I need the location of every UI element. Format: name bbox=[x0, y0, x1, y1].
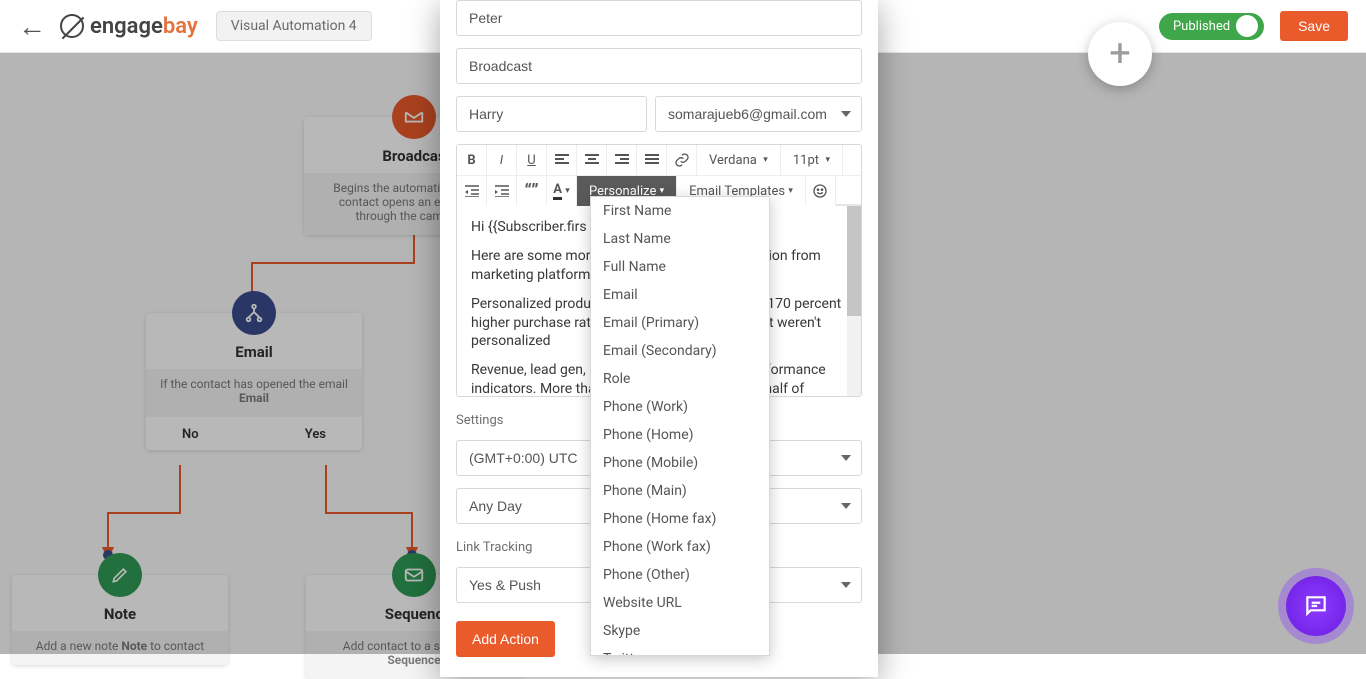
personalize-option[interactable]: Skype bbox=[591, 617, 769, 645]
personalize-option[interactable]: Website URL bbox=[591, 589, 769, 617]
chat-fab[interactable] bbox=[1286, 576, 1346, 636]
personalize-option[interactable]: Full Name bbox=[591, 253, 769, 281]
published-toggle[interactable]: Published bbox=[1159, 13, 1264, 40]
font-size-select[interactable]: 11pt ▾ bbox=[781, 145, 843, 175]
text-color-button[interactable]: A ▾ bbox=[547, 176, 577, 206]
plus-icon: + bbox=[1109, 32, 1131, 76]
emoji-button[interactable] bbox=[806, 176, 836, 206]
chevron-down-icon: ▾ bbox=[788, 186, 793, 196]
editor-scroll-thumb[interactable] bbox=[847, 206, 861, 316]
chevron-down-icon: ▾ bbox=[825, 155, 830, 165]
subject-input[interactable] bbox=[456, 48, 862, 84]
indent-button[interactable] bbox=[487, 176, 517, 206]
bold-button[interactable]: B bbox=[457, 145, 487, 175]
italic-button[interactable]: I bbox=[487, 145, 517, 175]
logo-glyph-icon bbox=[60, 14, 84, 38]
personalize-option[interactable]: Phone (Other) bbox=[591, 561, 769, 589]
chat-icon bbox=[1303, 593, 1329, 619]
personalize-option[interactable]: Email (Primary) bbox=[591, 309, 769, 337]
personalize-option[interactable]: Role bbox=[591, 365, 769, 393]
personalize-option[interactable]: First Name bbox=[591, 197, 769, 225]
add-action-button[interactable]: Add Action bbox=[456, 621, 555, 657]
personalize-dropdown[interactable]: First NameLast NameFull NameEmailEmail (… bbox=[590, 196, 770, 656]
reply-email-select[interactable]: somarajueb6@gmail.com bbox=[655, 96, 862, 132]
toggle-knob-icon bbox=[1236, 15, 1258, 37]
personalize-option[interactable]: Phone (Main) bbox=[591, 477, 769, 505]
font-family-select[interactable]: Verdana ▾ bbox=[697, 145, 781, 175]
personalize-option[interactable]: Phone (Mobile) bbox=[591, 449, 769, 477]
outdent-button[interactable] bbox=[457, 176, 487, 206]
chevron-down-icon: ▾ bbox=[763, 155, 768, 165]
save-button[interactable]: Save bbox=[1280, 11, 1348, 41]
align-left-button[interactable] bbox=[547, 145, 577, 175]
personalize-option[interactable]: Email (Secondary) bbox=[591, 337, 769, 365]
align-justify-button[interactable] bbox=[637, 145, 667, 175]
workflow-name-badge[interactable]: Visual Automation 4 bbox=[216, 11, 372, 41]
align-center-button[interactable] bbox=[577, 145, 607, 175]
chevron-down-icon: ▾ bbox=[660, 186, 665, 196]
link-button[interactable] bbox=[667, 145, 697, 175]
personalize-option[interactable]: Phone (Home fax) bbox=[591, 505, 769, 533]
personalize-option[interactable]: Phone (Work fax) bbox=[591, 533, 769, 561]
published-label: Published bbox=[1173, 19, 1230, 34]
personalize-option[interactable]: Email bbox=[591, 281, 769, 309]
engagebay-logo[interactable]: engagebay bbox=[60, 14, 198, 39]
personalize-option[interactable]: Phone (Work) bbox=[591, 393, 769, 421]
personalize-option[interactable]: Phone (Home) bbox=[591, 421, 769, 449]
personalize-option[interactable]: Last Name bbox=[591, 225, 769, 253]
logo-text-1: engage bbox=[90, 14, 163, 39]
from-name-input[interactable] bbox=[456, 0, 862, 36]
editor-scrollbar[interactable] bbox=[847, 206, 861, 396]
add-node-button[interactable]: + bbox=[1088, 22, 1152, 86]
personalize-option[interactable]: Twitter bbox=[591, 645, 769, 656]
align-right-button[interactable] bbox=[607, 145, 637, 175]
logo-text-2: bay bbox=[163, 14, 198, 39]
reply-name-input[interactable] bbox=[456, 96, 647, 132]
blockquote-button[interactable]: “” bbox=[517, 176, 547, 206]
underline-button[interactable]: U bbox=[517, 145, 547, 175]
back-arrow-icon[interactable]: ← bbox=[18, 10, 46, 43]
